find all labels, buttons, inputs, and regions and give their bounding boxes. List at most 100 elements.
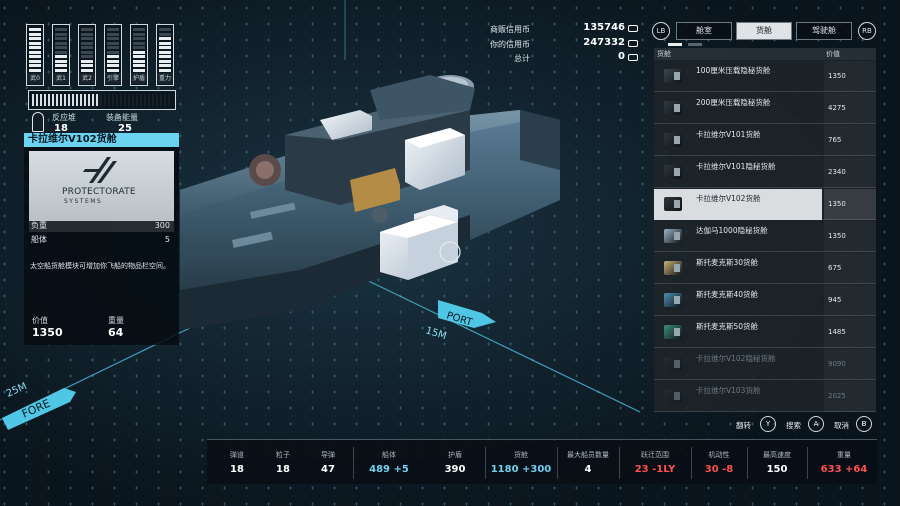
power-bar-segment <box>29 68 41 72</box>
power-bar-segment <box>29 28 41 31</box>
power-gauge-bars <box>81 28 93 72</box>
item-stat-cargo: 负重 300 <box>29 220 174 232</box>
power-bar-segment <box>29 64 41 68</box>
list-item[interactable]: 斯托麦克斯30货舱 675 <box>654 253 876 284</box>
power-bar-segment <box>107 28 119 31</box>
cargo-module-icon <box>664 69 682 83</box>
rb-button[interactable]: RB <box>858 22 876 40</box>
power-bar-segment <box>133 59 145 63</box>
power-bar-segment <box>133 68 145 72</box>
list-header-price: 价值 <box>826 50 840 58</box>
stat-value: 4 <box>584 464 592 475</box>
power-bar-segment <box>55 32 67 36</box>
list-item-name: 达伽马1000隐秘货舱 <box>696 226 768 235</box>
total-label: 总计 <box>514 54 530 63</box>
list-item-name-cell: 卡拉维尔V101隐秘货舱 <box>654 157 822 188</box>
module-list-panel: 货舱 价值 100厘米压载隐秘货舱 1350 200厘米压载隐秘货舱 4275 卡拉维尔… <box>654 48 876 412</box>
power-bar-segment <box>159 46 171 50</box>
player-credits-label: 你的信用币 <box>490 40 530 49</box>
list-item[interactable]: 卡拉维尔V102隐秘货舱 9090 <box>654 349 876 380</box>
list-item-price: 4275 <box>824 93 876 124</box>
list-item[interactable]: 卡拉维尔V101隐秘货舱 2340 <box>654 157 876 188</box>
tab-cargo[interactable]: 货舱 <box>736 22 792 40</box>
cargo-module-icon <box>664 165 682 179</box>
credits-icon <box>628 54 638 61</box>
power-bar-segment <box>29 59 41 63</box>
cargo-module-icon-detail <box>674 328 680 336</box>
action-hints: 翻转 Y 搜索 A 取消 B <box>700 416 878 434</box>
power-bar-segment <box>29 37 41 41</box>
logo-text-line2: SYSTEMS <box>64 198 103 205</box>
power-bar-segment <box>55 55 67 59</box>
power-bar-segment <box>159 28 171 31</box>
stat-label: 货舱 <box>514 451 528 459</box>
lb-button[interactable]: LB <box>652 22 670 40</box>
power-bar-segment <box>55 41 67 45</box>
vendor-credits-label: 商贩信用币 <box>490 25 530 34</box>
list-item[interactable]: 斯托麦克斯50货舱 1485 <box>654 317 876 348</box>
list-item[interactable]: 达伽马1000隐秘货舱 1350 <box>654 221 876 252</box>
list-item-name: 斯托麦克斯40货舱 <box>696 290 759 299</box>
action-search-button[interactable]: A <box>808 416 824 432</box>
power-gauge: 武0 <box>26 24 44 86</box>
power-bar-segment <box>133 55 145 59</box>
cargo-module-icon-detail <box>674 264 680 272</box>
list-item-name: 卡拉维尔V102货舱 <box>696 194 761 203</box>
list-item[interactable]: 100厘米压载隐秘货舱 1350 <box>654 61 876 92</box>
cargo-module-icon-detail <box>674 392 680 400</box>
power-bar-segment <box>159 37 171 41</box>
power-bar-segment <box>133 64 145 68</box>
list-item[interactable]: 200厘米压载隐秘货舱 4275 <box>654 93 876 124</box>
item-details-panel: 卡拉维尔V102货舱 PROTECTORATE SYSTEMS 负重 300 船… <box>24 133 179 345</box>
list-item[interactable]: 卡拉维尔V101货舱 765 <box>654 125 876 156</box>
list-item-price: 2025 <box>824 381 876 412</box>
list-item-name: 200厘米压载隐秘货舱 <box>696 98 771 107</box>
power-bar-segment <box>159 41 171 45</box>
cargo-module-icon-detail <box>674 72 680 80</box>
list-item[interactable]: 斯托麦克斯40货舱 945 <box>654 285 876 316</box>
power-bar-segment <box>159 50 171 54</box>
power-bar-segment <box>55 50 67 54</box>
power-bar-segment <box>107 55 119 59</box>
power-gauge-label: 引擎 <box>105 73 121 84</box>
reactor-power-bar <box>28 90 176 110</box>
action-rotate-button[interactable]: Y <box>760 416 776 432</box>
stat-cell: 弹道 18 <box>211 440 263 485</box>
stat-value: 1180 +300 <box>490 464 552 475</box>
stat-value: 150 <box>766 464 788 475</box>
stat-value: 633 +64 <box>820 464 868 475</box>
power-bar-segment <box>81 41 93 45</box>
tab-cockpit[interactable]: 驾驶舱 <box>796 22 852 40</box>
list-item[interactable]: 卡拉维尔V103货舱 2025 <box>654 381 876 412</box>
stat-value: 47 <box>321 464 335 475</box>
tab-rooms[interactable]: 舱室 <box>676 22 732 40</box>
action-cancel-button[interactable]: B <box>856 416 872 432</box>
power-bar-segment <box>29 50 41 54</box>
list-item-name: 卡拉维尔V101货舱 <box>696 130 761 139</box>
list-item-name: 卡拉维尔V102隐秘货舱 <box>696 354 776 363</box>
action-cancel-label: 取消 <box>834 421 849 430</box>
item-stat-hull: 船体 5 <box>29 234 174 246</box>
list-item-price: 1350 <box>824 61 876 92</box>
power-bar-segment <box>107 59 119 63</box>
list-item[interactable]: 卡拉维尔V102货舱 1350 <box>654 189 876 220</box>
power-gauge: 武1 <box>52 24 70 86</box>
power-bar-segment <box>55 37 67 41</box>
list-item-price: 9090 <box>824 349 876 380</box>
item-mass-value: 64 <box>108 326 124 339</box>
list-item-price: 765 <box>824 125 876 156</box>
category-tabs: LB 舱室 货舱 驾驶舱 RB <box>652 22 878 42</box>
stat-cell: 货舱 1180 +300 <box>485 440 557 485</box>
stat-value: 489 +5 <box>369 464 409 475</box>
stat-label: 粒子 <box>276 451 290 459</box>
list-item-name-cell: 达伽马1000隐秘货舱 <box>654 221 822 252</box>
cargo-module-icon <box>664 293 682 307</box>
stat-value: 30 -8 <box>704 464 734 475</box>
power-bar-segment <box>81 46 93 50</box>
power-gauge: 引擎 <box>104 24 122 86</box>
cargo-module-icon <box>664 197 682 211</box>
stat-label: 机动性 <box>708 451 730 459</box>
list-item-name: 斯托麦克斯50货舱 <box>696 322 759 331</box>
list-item-name: 卡拉维尔V103货舱 <box>696 386 761 395</box>
power-bar-segment <box>81 32 93 36</box>
